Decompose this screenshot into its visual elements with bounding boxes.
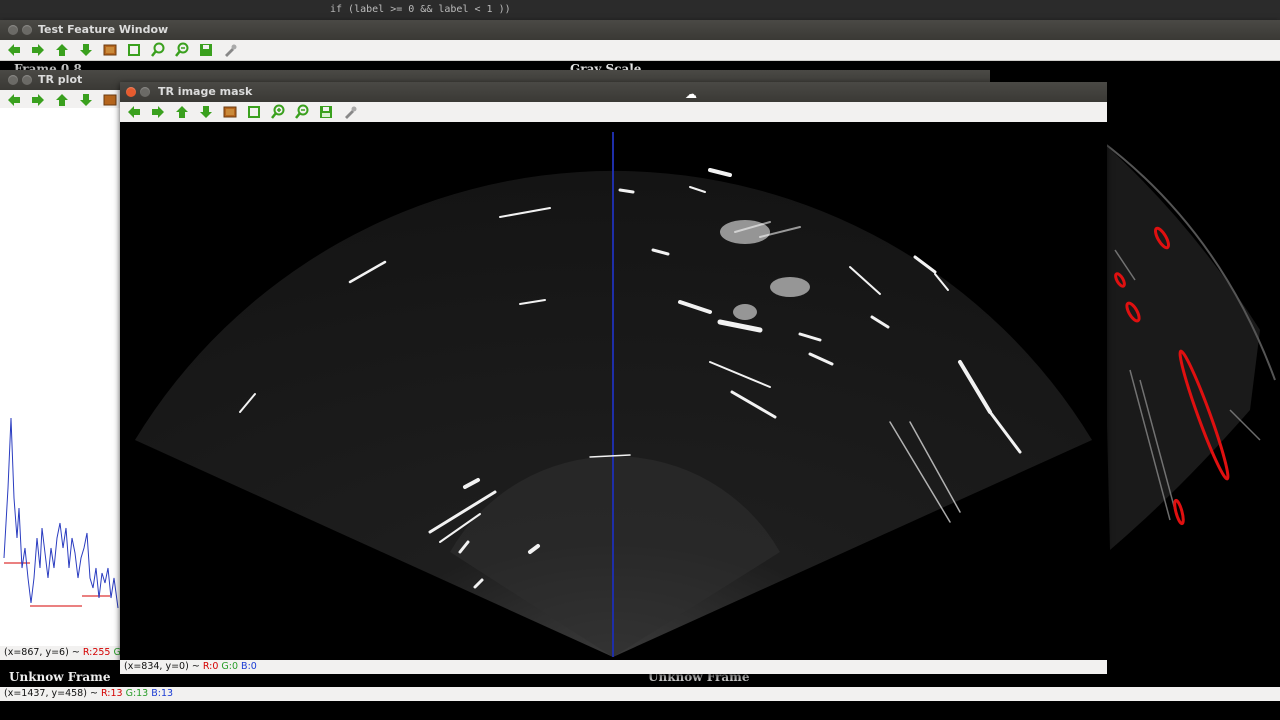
zoom-out-icon[interactable] (172, 41, 191, 59)
terminal-text: if (label >= 0 && label < 1 )) (330, 4, 511, 15)
fit-window-icon[interactable] (124, 41, 143, 59)
status-b: B:13 (151, 688, 174, 699)
zoom-in-icon[interactable] (148, 41, 167, 59)
minimize-button[interactable] (140, 87, 150, 97)
feature-toolbar (0, 40, 1280, 61)
unknown-frame-left: Unknow Frame (9, 670, 111, 684)
arrow-up-icon[interactable] (52, 91, 71, 109)
arrow-up-icon[interactable] (172, 103, 191, 121)
zoom-out-icon[interactable] (292, 103, 311, 121)
mask-status-bar: (x=834, y=0) ~ R:0 G:0 B:0 (120, 660, 1107, 674)
zoom-in-icon[interactable] (268, 103, 287, 121)
image-icon[interactable] (220, 103, 239, 121)
tr-image-mask-window: TR image mask ☁ (x=834, y=0) ~ R:0 G:0 B… (120, 82, 1107, 674)
arrow-up-icon[interactable] (52, 41, 71, 59)
plot-status-bar: (x=867, y=6) ~ R:255 G:25 (0, 646, 136, 660)
status-coords: (x=867, y=6) ~ (4, 647, 80, 658)
arrow-down-icon[interactable] (196, 103, 215, 121)
arrow-right-icon[interactable] (28, 91, 47, 109)
close-button[interactable] (126, 87, 136, 97)
sonar-image[interactable] (120, 122, 1107, 660)
status-r: R:13 (100, 688, 123, 699)
properties-icon[interactable] (340, 103, 359, 121)
status-r: R:255 (82, 647, 111, 658)
right-radar-view (1100, 139, 1276, 550)
status-coords: (x=834, y=0) ~ (124, 661, 200, 672)
cursor-icon: ☁ (685, 87, 697, 101)
close-button[interactable] (8, 75, 18, 85)
arrow-right-icon[interactable] (28, 41, 47, 59)
main-status-bar: (x=1437, y=458) ~ R:13 G:13 B:13 (0, 687, 1280, 701)
status-r: R:0 (202, 661, 219, 672)
mask-titlebar[interactable]: TR image mask ☁ (120, 82, 1107, 102)
window-title: Test Feature Window (38, 23, 169, 36)
plot-area (0, 108, 122, 646)
terminal-strip: if (label >= 0 && label < 1 )) (0, 0, 1280, 20)
save-icon[interactable] (196, 41, 215, 59)
status-g: G:13 (125, 688, 149, 699)
close-button[interactable] (8, 25, 18, 35)
minimize-button[interactable] (22, 25, 32, 35)
image-icon[interactable] (100, 91, 119, 109)
window-title: TR plot (38, 73, 83, 86)
feature-titlebar[interactable]: Test Feature Window (0, 20, 1280, 40)
minimize-button[interactable] (22, 75, 32, 85)
arrow-left-icon[interactable] (4, 41, 23, 59)
status-b: B:0 (241, 661, 257, 672)
fit-window-icon[interactable] (244, 103, 263, 121)
status-g: G:0 (221, 661, 239, 672)
arrow-right-icon[interactable] (148, 103, 167, 121)
mask-toolbar (120, 102, 1107, 123)
save-icon[interactable] (316, 103, 335, 121)
arrow-left-icon[interactable] (4, 91, 23, 109)
image-icon[interactable] (100, 41, 119, 59)
arrow-down-icon[interactable] (76, 41, 95, 59)
signal-plot (3, 417, 119, 609)
status-coords: (x=1437, y=458) ~ (4, 688, 98, 699)
window-title: TR image mask (158, 85, 253, 98)
properties-icon[interactable] (220, 41, 239, 59)
arrow-left-icon[interactable] (124, 103, 143, 121)
arrow-down-icon[interactable] (76, 91, 95, 109)
